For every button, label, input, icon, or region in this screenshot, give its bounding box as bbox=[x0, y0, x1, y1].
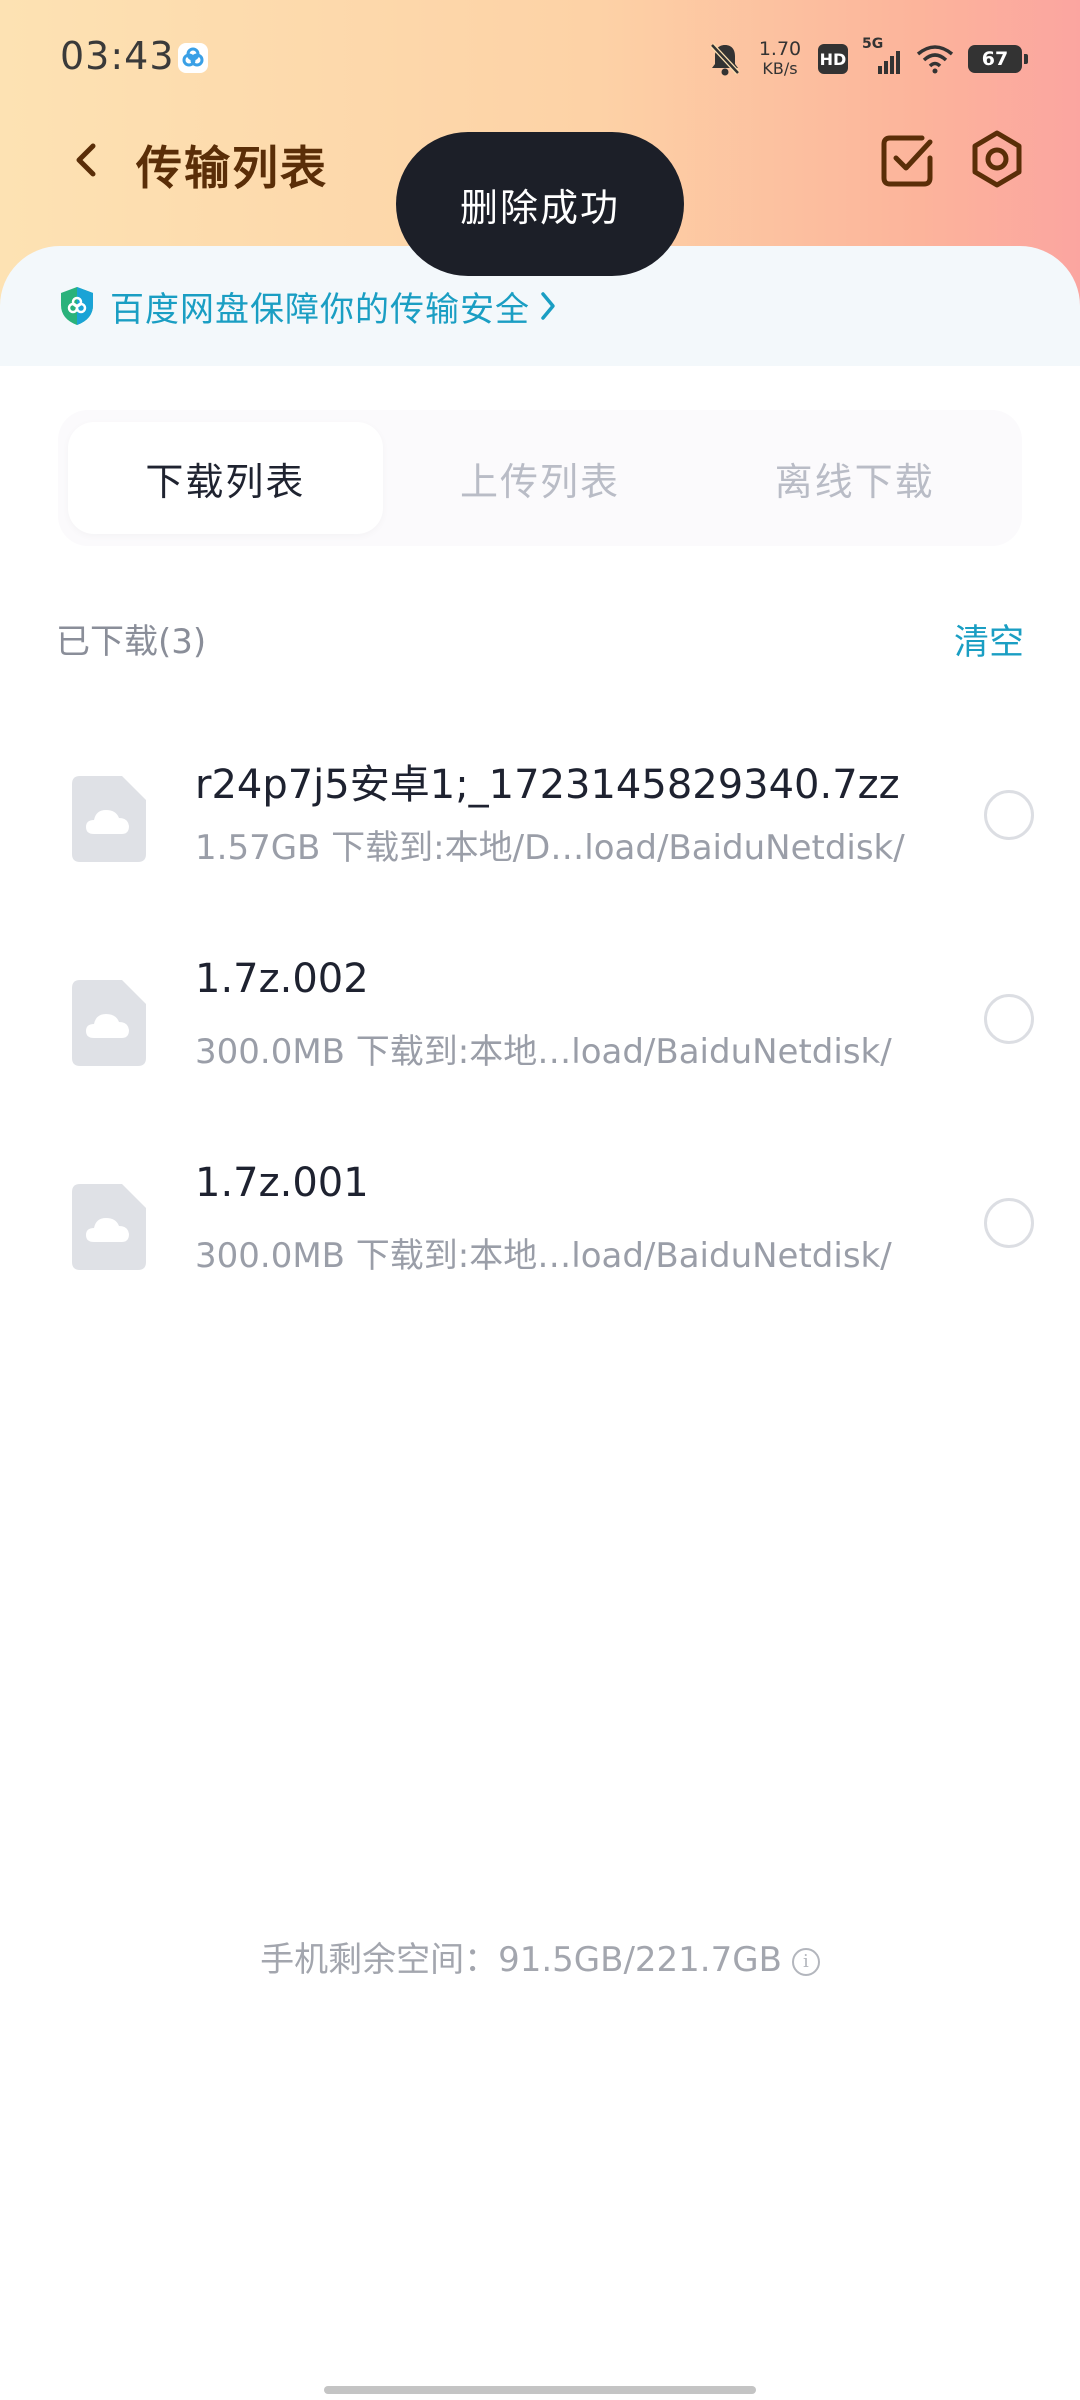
downloaded-section-header: 已下载(3) 清空 bbox=[56, 614, 1024, 664]
downloaded-count-title: 已下载(3) bbox=[56, 622, 207, 662]
status-icons: 1.70 KB/s HD 5G 67 bbox=[708, 34, 1028, 84]
info-icon[interactable]: i bbox=[791, 1948, 820, 1976]
banner-text: 百度网盘保障你的传输安全 bbox=[110, 289, 530, 330]
baidu-netdisk-notification-icon bbox=[178, 43, 208, 73]
file-meta: 300.0MB 下载到:本地…load/BaiduNetdisk/ bbox=[195, 1236, 892, 1276]
list-item[interactable]: 1.7z.001 300.0MB 下载到:本地…load/BaiduNetdis… bbox=[0, 1122, 1080, 1322]
select-radio[interactable] bbox=[984, 790, 1034, 840]
storage-info: 手机剩余空间：91.5GB/221.7GB i bbox=[0, 1932, 1080, 1981]
back-button[interactable] bbox=[56, 130, 116, 190]
main-content: 下载列表 上传列表 离线下载 已下载(3) 清空 r24p7j5安卓1;_172… bbox=[0, 366, 1080, 2400]
file-name: 1.7z.001 bbox=[195, 1160, 369, 1206]
tab-upload-list[interactable]: 上传列表 bbox=[383, 422, 698, 534]
back-arrow-icon bbox=[76, 143, 96, 177]
file-cloud-icon bbox=[72, 980, 146, 1066]
file-name: 1.7z.002 bbox=[195, 956, 369, 1002]
select-radio[interactable] bbox=[984, 994, 1034, 1044]
transfer-list-screen: 03:43 1.70 KB/s HD 5G 67 传输列表 百度网盘保障你的传输… bbox=[0, 0, 1080, 2400]
file-cloud-icon bbox=[72, 776, 146, 862]
chevron-right-icon bbox=[541, 292, 555, 320]
list-item[interactable]: 1.7z.002 300.0MB 下载到:本地…load/BaiduNetdis… bbox=[0, 918, 1080, 1118]
network-speed-unit: KB/s bbox=[762, 59, 798, 78]
page-title: 传输列表 bbox=[136, 141, 328, 195]
shield-icon bbox=[61, 287, 93, 325]
storage-text: 手机剩余空间：91.5GB/221.7GB bbox=[260, 1940, 782, 1980]
file-meta: 300.0MB 下载到:本地…load/BaiduNetdisk/ bbox=[195, 1032, 892, 1072]
bell-muted-icon bbox=[708, 41, 742, 77]
network-type-label: 5G bbox=[862, 36, 884, 52]
settings-button[interactable] bbox=[966, 128, 1028, 190]
wifi-icon bbox=[916, 44, 954, 74]
file-name: r24p7j5安卓1;_1723145829340.7zz bbox=[195, 762, 900, 808]
cellular-signal-icon: 5G bbox=[862, 36, 902, 76]
file-meta: 1.57GB 下载到:本地/D…load/BaiduNetdisk/ bbox=[195, 828, 905, 868]
toast-message: 删除成功 bbox=[396, 132, 684, 276]
home-indicator[interactable] bbox=[324, 2386, 756, 2394]
battery-icon: 67 bbox=[968, 45, 1028, 73]
file-cloud-icon bbox=[72, 1184, 146, 1270]
clear-button[interactable]: 清空 bbox=[954, 614, 1024, 665]
hd-icon: HD bbox=[818, 44, 848, 74]
multi-select-button[interactable] bbox=[878, 130, 938, 190]
settings-gear-icon bbox=[972, 130, 1022, 188]
list-item[interactable]: r24p7j5安卓1;_1723145829340.7zz 1.57GB 下载到… bbox=[0, 714, 1080, 914]
network-speed-value: 1.70 bbox=[758, 38, 802, 60]
tab-download-list[interactable]: 下载列表 bbox=[68, 422, 383, 534]
status-time: 03:43 bbox=[60, 34, 175, 78]
status-bar: 03:43 1.70 KB/s HD 5G 67 bbox=[0, 0, 1080, 120]
network-speed: 1.70 KB/s bbox=[756, 38, 804, 79]
transfer-tabs: 下载列表 上传列表 离线下载 bbox=[58, 410, 1022, 546]
select-radio[interactable] bbox=[984, 1198, 1034, 1248]
multi-select-check-icon bbox=[881, 135, 933, 187]
tab-offline-download[interactable]: 离线下载 bbox=[697, 422, 1012, 534]
